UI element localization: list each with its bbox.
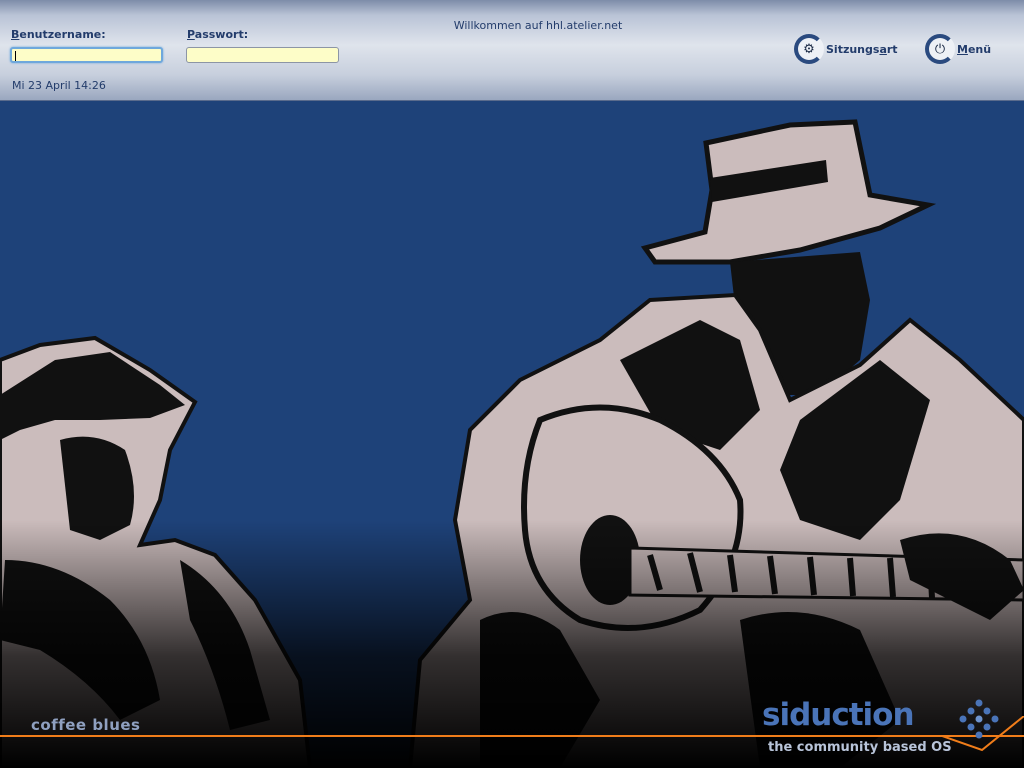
siduction-logo: siduction <box>762 697 915 733</box>
username-field[interactable] <box>10 47 163 63</box>
password-label: Passwort: <box>187 28 249 41</box>
power-icon: ⏻ <box>934 41 946 57</box>
session-ring: ⚙ <box>794 34 824 64</box>
menu-label: Menü <box>957 42 992 56</box>
welcome-message: Willkommen auf hhl.atelier.net <box>453 19 623 32</box>
logo-dots-icon <box>959 699 999 739</box>
menu-button[interactable]: ⏻ Menü <box>925 32 991 66</box>
login-panel: Benutzername: Passwort: Willkommen auf h… <box>0 0 1024 101</box>
text-caret <box>15 51 16 61</box>
accent-divider <box>0 735 1024 737</box>
date-time: Mi 23 April 14:26 <box>12 79 106 92</box>
menu-ring: ⏻ <box>925 34 955 64</box>
username-label: Benutzername: <box>11 28 106 41</box>
session-type-button[interactable]: ⚙ Sitzungsart <box>794 32 898 66</box>
password-field[interactable] <box>186 47 339 63</box>
theme-tagline: coffee blues <box>31 716 141 734</box>
session-type-label: Sitzungsart <box>826 42 898 56</box>
logo-subtitle: the community based OS <box>768 740 952 755</box>
gear-icon: ⚙ <box>803 41 815 57</box>
